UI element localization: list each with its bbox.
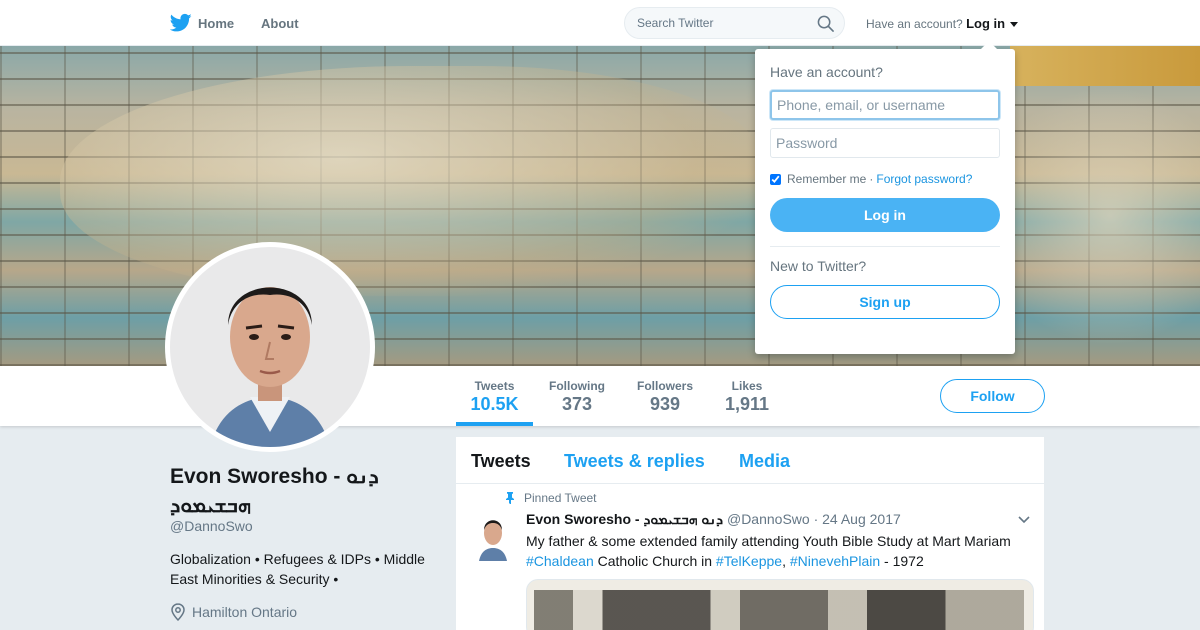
remember-label[interactable]: Remember me xyxy=(787,172,866,186)
tweet-text-part: My father & some extended family attendi… xyxy=(526,533,1011,549)
username-field[interactable] xyxy=(770,90,1000,120)
tweet-text: My father & some extended family attendi… xyxy=(526,531,1026,571)
divider xyxy=(770,246,1000,247)
forgot-password-link[interactable]: Forgot password? xyxy=(876,172,972,186)
timeline-tabs: Tweets Tweets & replies Media xyxy=(456,437,1044,484)
remember-row: Remember me · Forgot password? xyxy=(770,172,1000,186)
stat-value: 939 xyxy=(649,394,681,414)
have-account-text: Have an account? xyxy=(866,17,963,31)
timeline: Tweets Tweets & replies Media Pinned Twe… xyxy=(456,437,1044,630)
pin-icon xyxy=(506,492,514,504)
tweet-avatar-photo xyxy=(473,511,513,561)
dropdown-arrow xyxy=(981,41,997,49)
login-button[interactable]: Log in xyxy=(770,198,1000,232)
nav-about-link[interactable]: About xyxy=(261,16,299,31)
tweet-text-part: , xyxy=(782,553,790,569)
profile-name[interactable]: Evon Sworesho - ܕܢܘ ܗܒܫܝܡܘܕ xyxy=(170,462,440,520)
tweet-text-part: - 1972 xyxy=(880,553,924,569)
stat-label: Tweets xyxy=(474,379,515,393)
login-question: Have an account? xyxy=(770,64,883,80)
tab-tweets[interactable]: Tweets xyxy=(471,451,531,472)
stat-label: Followers xyxy=(636,379,693,393)
banner-relief-shape xyxy=(60,66,760,296)
top-navbar: Home About Have an account? Log in xyxy=(0,0,1200,46)
remember-checkbox[interactable] xyxy=(770,173,781,185)
nav-home-link[interactable]: Home xyxy=(170,13,234,33)
pinned-text: Pinned Tweet xyxy=(524,491,597,505)
stat-followers[interactable]: Followers 939 xyxy=(634,366,696,426)
login-menu-label[interactable]: Log in xyxy=(966,16,1005,31)
stat-value: 373 xyxy=(561,394,593,414)
stat-label: Following xyxy=(549,379,605,393)
profile-handle[interactable]: @DannoSwo xyxy=(170,518,253,534)
location-text: Hamilton Ontario xyxy=(192,604,298,620)
media-image xyxy=(534,590,1024,630)
stat-tweets[interactable]: Tweets 10.5K xyxy=(456,366,533,426)
nav-home-label: Home xyxy=(198,15,235,31)
stat-value: 1,911 xyxy=(724,394,770,414)
tweet-header: Evon Sworesho - ܕܢܘ ܗܒܫܝܡܘܕ @DannoSwo · … xyxy=(526,511,901,528)
tweet-menu-chevron-icon[interactable] xyxy=(1018,516,1030,524)
tweet-separator: · xyxy=(813,511,819,527)
search-icon[interactable] xyxy=(817,15,834,32)
remember-separator: · xyxy=(869,172,874,186)
pinned-tweet-label: Pinned Tweet xyxy=(504,491,597,505)
profile-avatar[interactable] xyxy=(165,242,375,452)
follow-button[interactable]: Follow xyxy=(940,379,1045,413)
login-menu-toggle[interactable]: Have an account? Log in xyxy=(866,16,1019,31)
stat-likes[interactable]: Likes 1,911 xyxy=(722,366,772,426)
search-input[interactable] xyxy=(625,8,805,38)
tweet-author-handle[interactable]: @DannoSwo xyxy=(727,511,810,527)
search-box xyxy=(624,7,845,39)
signup-button[interactable]: Sign up xyxy=(770,285,1000,319)
profile-bio: Globalization • Refugees & IDPs • Middle… xyxy=(170,551,425,587)
stat-value: 10.5K xyxy=(470,394,519,414)
tweet-avatar[interactable] xyxy=(473,511,513,561)
twitter-bird-icon xyxy=(170,13,192,32)
tab-media[interactable]: Media xyxy=(739,451,790,472)
profile-location: Hamilton Ontario xyxy=(170,603,297,621)
caret-down-icon[interactable] xyxy=(1010,22,1019,28)
hashtag-link[interactable]: #Chaldean xyxy=(526,553,594,569)
hashtag-link[interactable]: #NinevehPlain xyxy=(790,553,880,569)
tweet-text-part: Catholic Church in xyxy=(593,553,716,569)
tab-tweets-replies[interactable]: Tweets & replies xyxy=(564,451,705,472)
stat-label: Likes xyxy=(731,379,763,393)
location-pin-icon xyxy=(171,603,185,621)
stat-following[interactable]: Following 373 xyxy=(545,366,609,426)
avatar-photo xyxy=(170,247,370,447)
banner-gold-strip xyxy=(1010,46,1200,86)
tweet-date[interactable]: 24 Aug 2017 xyxy=(822,511,901,527)
login-dropdown: Have an account? Remember me · Forgot pa… xyxy=(755,41,1015,354)
new-to-twitter-text: New to Twitter? xyxy=(770,258,867,274)
hashtag-link[interactable]: #TelKeppe xyxy=(716,553,782,569)
password-field[interactable] xyxy=(770,128,1000,158)
tweet-media-photo[interactable] xyxy=(526,579,1034,630)
tweet-author-name[interactable]: Evon Sworesho - ܕܢܘ ܗܒܫܝܡܘܕ xyxy=(526,511,723,527)
